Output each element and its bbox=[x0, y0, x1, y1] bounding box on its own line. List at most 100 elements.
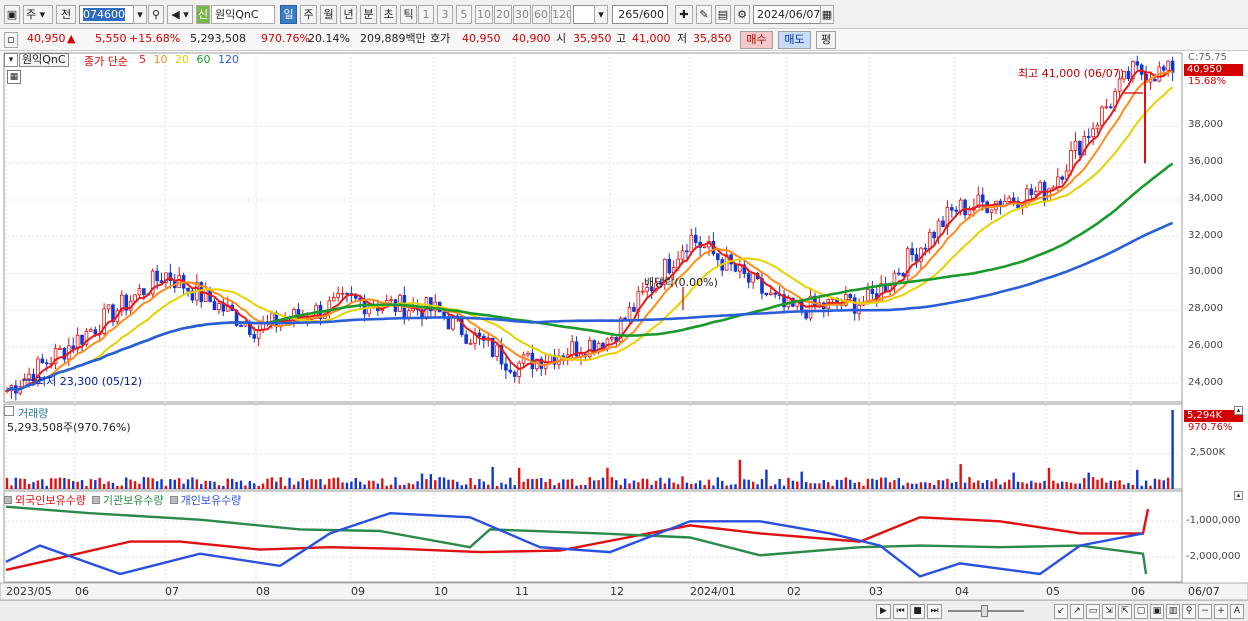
zoom-out-icon[interactable]: − bbox=[1198, 604, 1212, 619]
candle-body bbox=[239, 325, 243, 327]
font-size-icon[interactable]: A bbox=[1230, 604, 1244, 619]
volume-bar bbox=[478, 479, 481, 489]
rewind-icon[interactable]: ⏮ bbox=[893, 604, 908, 619]
interval-120-button[interactable]: 120 bbox=[551, 5, 571, 24]
candle-body bbox=[508, 369, 513, 373]
search-icon[interactable]: ⚲ bbox=[148, 5, 164, 24]
stop-icon[interactable]: ■ bbox=[910, 604, 925, 619]
x-tick-label: 09 bbox=[351, 585, 365, 598]
volume-bar bbox=[332, 477, 335, 489]
tool-icon-2[interactable]: ↗ bbox=[1070, 604, 1084, 619]
timeframe-month-button[interactable]: 월 bbox=[320, 5, 337, 24]
volume-bar bbox=[85, 485, 88, 489]
volume-bar bbox=[760, 479, 764, 489]
ma-legend-5: 5 bbox=[139, 53, 150, 66]
custom-interval-dropdown-icon[interactable]: ▾ bbox=[594, 5, 608, 24]
volume-panel-close-icon[interactable]: ▴ bbox=[1234, 406, 1243, 415]
candle-body bbox=[1153, 78, 1157, 82]
tool-icon-3[interactable]: ▭ bbox=[1086, 604, 1100, 619]
tool-icon-5[interactable]: ⇱ bbox=[1118, 604, 1132, 619]
candle-body bbox=[212, 301, 217, 311]
volume-bar bbox=[41, 479, 44, 489]
volume-bar bbox=[32, 482, 35, 489]
volume-bar bbox=[1021, 482, 1024, 489]
prev-button[interactable]: 전 bbox=[56, 5, 76, 24]
stock-type-badge: 신 bbox=[196, 5, 210, 24]
tool-icon-7[interactable]: ▣ bbox=[1150, 604, 1164, 619]
volume-bar bbox=[288, 477, 291, 489]
volume-bar bbox=[169, 479, 172, 489]
timeframe-minute-button[interactable]: 분 bbox=[360, 5, 377, 24]
volume-bar bbox=[447, 479, 450, 489]
stock-tag[interactable]: 원익QnC bbox=[19, 53, 69, 67]
calendar-icon[interactable]: ▦ bbox=[820, 5, 834, 24]
tool-icon-1[interactable]: ↙ bbox=[1054, 604, 1068, 619]
candle-body bbox=[137, 288, 142, 296]
crosshair-icon[interactable]: ✚ bbox=[675, 5, 693, 24]
interval-30-button[interactable]: 30 bbox=[513, 5, 531, 24]
stock-chart[interactable] bbox=[0, 51, 1248, 600]
candle-body bbox=[640, 290, 645, 293]
date-input[interactable]: 2024/06/07 bbox=[753, 5, 821, 24]
timeframe-week-button[interactable]: 주 bbox=[300, 5, 317, 24]
interval-3-button[interactable]: 3 bbox=[437, 5, 453, 24]
layout-icon[interactable]: ▣ bbox=[4, 5, 20, 24]
sell-button[interactable]: 매도 bbox=[778, 31, 811, 49]
volume-bar bbox=[456, 481, 459, 489]
tool-icon-6[interactable]: ▢ bbox=[1134, 604, 1148, 619]
timeframe-day-button[interactable]: 일 bbox=[280, 5, 297, 24]
volume-panel-menu-icon[interactable] bbox=[4, 406, 14, 416]
ask-price: 40,950 bbox=[462, 32, 501, 45]
volume-bar bbox=[133, 481, 137, 489]
speaker-icon[interactable]: ◀ ▾ bbox=[167, 5, 193, 24]
volume-bar bbox=[999, 484, 1002, 489]
evaluate-button[interactable]: 평 bbox=[816, 31, 836, 49]
candle-body bbox=[203, 288, 208, 303]
timeframe-second-button[interactable]: 초 bbox=[380, 5, 397, 24]
tool-icon-4[interactable]: ⇲ bbox=[1102, 604, 1116, 619]
zoom-in-icon[interactable]: + bbox=[1214, 604, 1228, 619]
volume-bar bbox=[804, 481, 808, 489]
draw-tool-icon[interactable]: ✎ bbox=[696, 5, 712, 24]
timeframe-tick-button[interactable]: 틱 bbox=[400, 5, 417, 24]
candle-body bbox=[1095, 124, 1100, 130]
volume-bar bbox=[89, 479, 93, 489]
stock-name-field[interactable]: 원익QnC bbox=[211, 5, 275, 24]
candle-body bbox=[495, 344, 499, 357]
volume-bar bbox=[619, 485, 622, 489]
interval-1-button[interactable]: 1 bbox=[418, 5, 434, 24]
volume-bar bbox=[341, 482, 344, 489]
interval-20-button[interactable]: 20 bbox=[494, 5, 512, 24]
bid-price: 40,900 bbox=[512, 32, 551, 45]
volume-bar bbox=[58, 477, 62, 489]
gear-icon[interactable]: ⚙ bbox=[734, 5, 750, 24]
tool-icon-8[interactable]: ▥ bbox=[1166, 604, 1180, 619]
volume-bar bbox=[36, 480, 40, 489]
buy-button[interactable]: 매수 bbox=[740, 31, 773, 49]
fast-forward-icon[interactable]: ⏭ bbox=[927, 604, 942, 619]
stock-code-input[interactable]: 074600 bbox=[79, 5, 134, 24]
panel-menu-icon[interactable]: ▾ bbox=[4, 53, 18, 67]
holdings-panel-close-icon[interactable]: ▴ bbox=[1234, 491, 1243, 500]
zoom-search-icon[interactable]: ⚲ bbox=[1182, 604, 1196, 619]
volume-bar bbox=[535, 478, 539, 489]
code-dropdown-icon[interactable]: ▾ bbox=[133, 5, 147, 24]
volume-bar bbox=[765, 469, 768, 489]
volume-bar bbox=[707, 479, 711, 489]
quote-toggle-icon[interactable]: ▫ bbox=[4, 32, 18, 48]
volume-bar bbox=[19, 478, 22, 489]
interval-60-button[interactable]: 60 bbox=[532, 5, 550, 24]
candle-body bbox=[331, 297, 336, 302]
zoom-slider-handle[interactable] bbox=[981, 605, 988, 617]
volume-bar bbox=[879, 477, 883, 489]
timeframe-year-button[interactable]: 년 bbox=[340, 5, 357, 24]
volume-bar bbox=[1043, 480, 1046, 489]
scroll-right-icon[interactable]: ▶ bbox=[876, 604, 891, 619]
table-icon[interactable]: ▦ bbox=[7, 70, 21, 84]
interval-10-button[interactable]: 10 bbox=[475, 5, 493, 24]
display-count-input[interactable]: 265/600 bbox=[612, 5, 668, 24]
candle-body bbox=[967, 209, 972, 216]
period-select[interactable]: 주 ▾ bbox=[23, 5, 53, 24]
save-icon[interactable]: ▤ bbox=[715, 5, 731, 24]
interval-5-button[interactable]: 5 bbox=[456, 5, 472, 24]
